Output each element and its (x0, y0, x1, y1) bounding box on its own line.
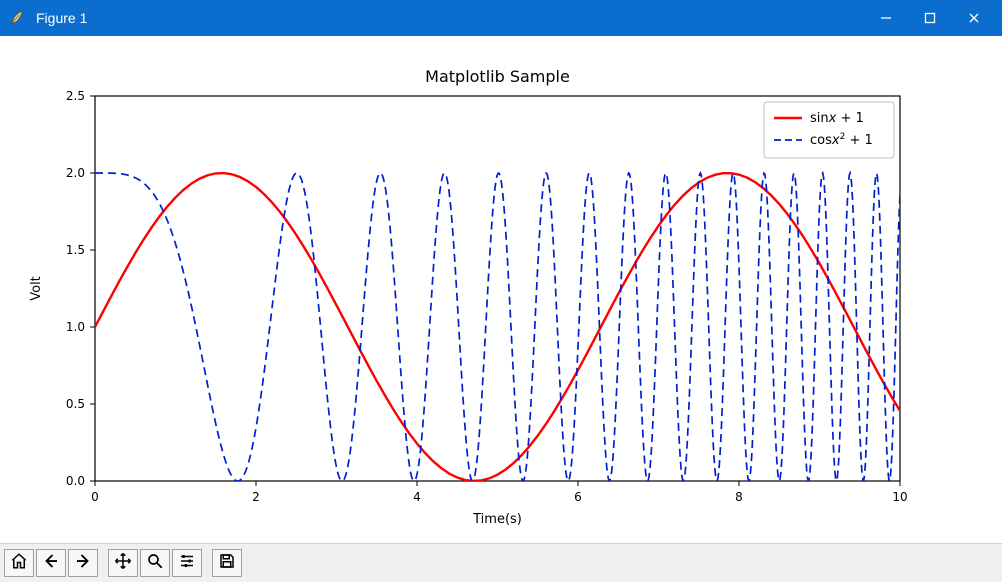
y-tick-label: 2.5 (66, 89, 85, 103)
maximize-icon (924, 12, 936, 24)
arrow-right-icon (74, 552, 92, 575)
app-window: Figure 1 Matplotlib Sample 0 2 4 6 8 10 0.0 0.5 1… (0, 0, 1002, 582)
save-icon (218, 552, 236, 575)
y-tick-label: 1.5 (66, 243, 85, 257)
y-tick-label: 0.0 (66, 474, 85, 488)
sliders-icon (178, 552, 196, 575)
x-tick-label: 6 (574, 490, 582, 504)
x-tick-label: 4 (413, 490, 421, 504)
minimize-icon (880, 12, 892, 24)
zoom-button[interactable] (140, 549, 170, 577)
window-title: Figure 1 (36, 10, 87, 26)
pan-button[interactable] (108, 549, 138, 577)
back-button[interactable] (36, 549, 66, 577)
close-button[interactable] (952, 3, 996, 33)
x-tick-label: 8 (735, 490, 743, 504)
zoom-icon (146, 552, 164, 575)
y-tick-label: 1.0 (66, 320, 85, 334)
x-tick-label: 2 (252, 490, 260, 504)
x-axis-label: Time(s) (472, 512, 522, 527)
config-button[interactable] (172, 549, 202, 577)
app-icon (8, 9, 26, 27)
plot-area: Matplotlib Sample 0 2 4 6 8 10 0.0 0.5 1.0 1.5 2.0 2… (0, 36, 1002, 543)
home-icon (10, 552, 28, 575)
y-tick-label: 0.5 (66, 397, 85, 411)
titlebar: Figure 1 (0, 0, 1002, 36)
maximize-button[interactable] (908, 3, 952, 33)
move-icon (114, 552, 132, 575)
x-tick-label: 0 (91, 490, 99, 504)
x-tick-label: 10 (892, 490, 907, 504)
series-1 (95, 173, 900, 481)
y-tick-label: 2.0 (66, 166, 85, 180)
legend: sinx + 1cosx2 + 1 (764, 102, 894, 158)
chart: Matplotlib Sample 0 2 4 6 8 10 0.0 0.5 1.0 1.5 2.0 2… (0, 36, 1002, 548)
series-0 (95, 173, 900, 481)
save-button[interactable] (212, 549, 242, 577)
fwd-button[interactable] (68, 549, 98, 577)
minimize-button[interactable] (864, 3, 908, 33)
navigation-toolbar (0, 543, 1002, 582)
legend-label-0: sinx + 1 (810, 111, 864, 126)
arrow-left-icon (42, 552, 60, 575)
y-axis-label: Volt (29, 276, 44, 301)
chart-title: Matplotlib Sample (425, 67, 570, 86)
home-button[interactable] (4, 549, 34, 577)
close-icon (968, 12, 980, 24)
